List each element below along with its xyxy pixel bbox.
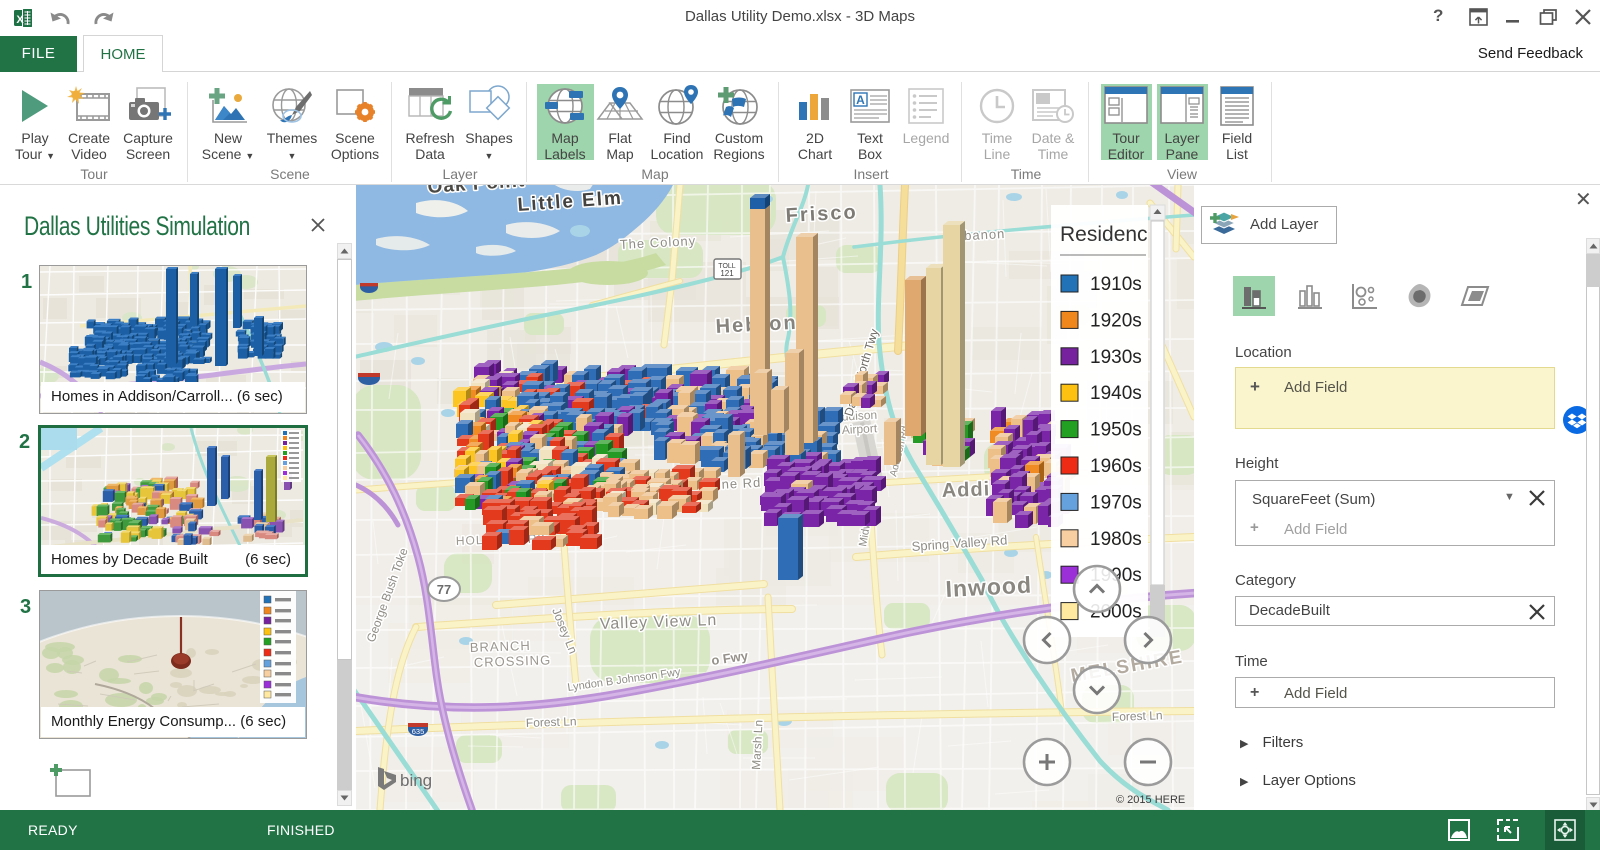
svg-text:Forest Ln: Forest Ln	[526, 714, 577, 730]
svg-text:1970s: 1970s	[1090, 492, 1142, 513]
svg-text:Inwood: Inwood	[945, 572, 1033, 602]
svg-text:1980s: 1980s	[1090, 529, 1142, 550]
svg-text:A: A	[856, 93, 865, 107]
svg-text:121: 121	[720, 269, 734, 278]
svg-text:Residenc: Residenc	[1060, 223, 1148, 246]
svg-text:77: 77	[437, 582, 451, 597]
svg-text:Forest Ln: Forest Ln	[1112, 708, 1163, 724]
svg-text:ine Rd: ine Rd	[717, 475, 761, 492]
svg-text:bing: bing	[400, 771, 432, 790]
svg-text:1930s: 1930s	[1090, 347, 1142, 368]
svg-text:Addi: Addi	[941, 478, 990, 502]
svg-text:1920s: 1920s	[1090, 310, 1142, 331]
svg-text:© 2015 HERE: © 2015 HERE	[1116, 794, 1185, 806]
svg-text:Airport: Airport	[841, 421, 878, 437]
svg-text:Marsh Ln: Marsh Ln	[749, 719, 766, 770]
svg-text:635: 635	[412, 727, 425, 736]
svg-text:1910s: 1910s	[1090, 274, 1142, 295]
svg-text:HOL: HOL	[456, 533, 484, 548]
svg-text:1950s: 1950s	[1090, 420, 1142, 441]
svg-text:Frisco: Frisco	[785, 201, 858, 227]
svg-text:CROSSING: CROSSING	[474, 652, 552, 670]
svg-text:1940s: 1940s	[1090, 383, 1142, 404]
svg-text:1960s: 1960s	[1090, 456, 1142, 477]
